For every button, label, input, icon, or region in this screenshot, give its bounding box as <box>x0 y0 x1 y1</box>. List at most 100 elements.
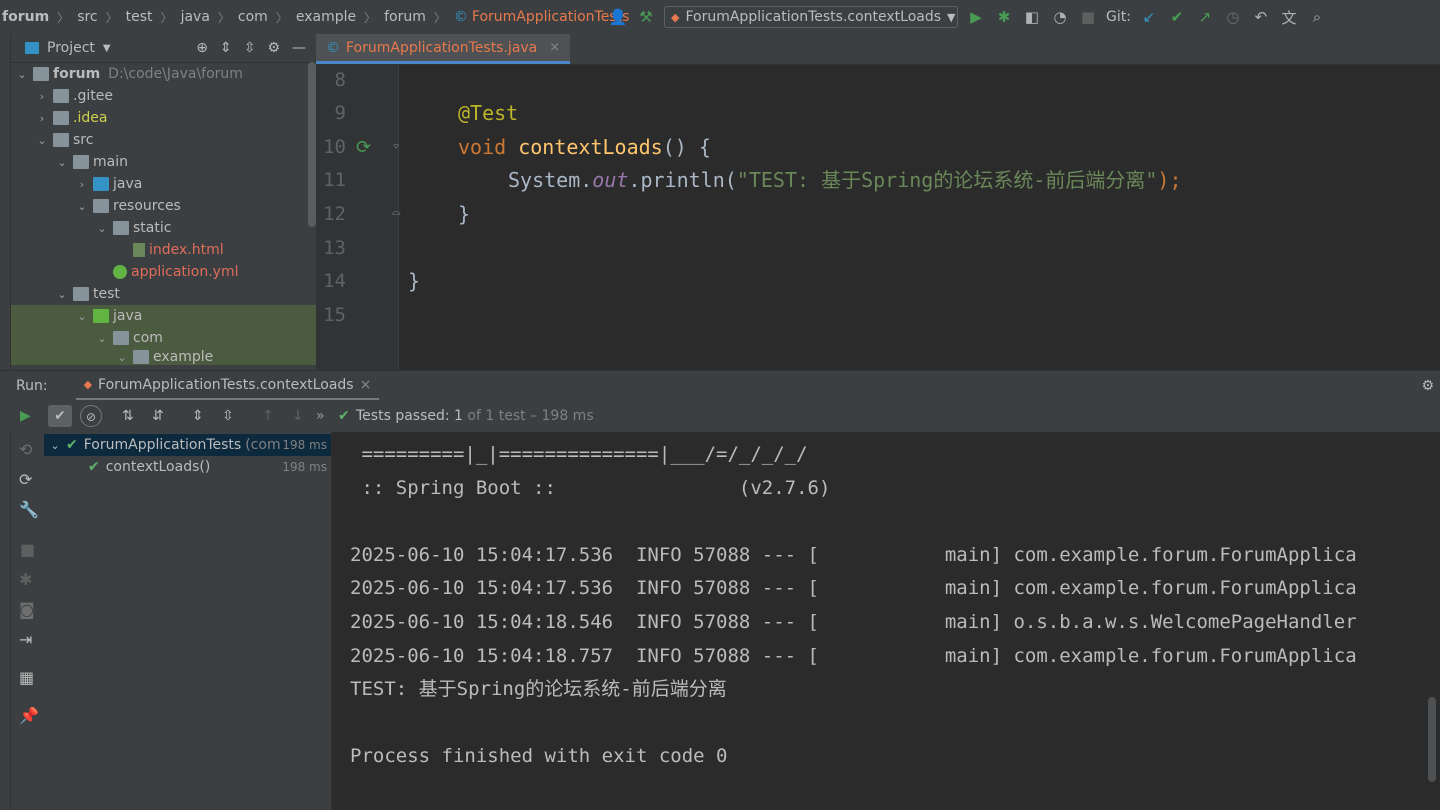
pin-icon[interactable]: 📌 <box>19 706 39 725</box>
git-push-icon[interactable]: ↗ <box>1195 7 1215 27</box>
run-test-gutter-icon[interactable]: ⟳ <box>356 131 371 164</box>
tree-item-application-yml[interactable]: application.yml <box>11 261 316 283</box>
breadcrumb-item[interactable]: java <box>181 9 210 25</box>
code-line[interactable]: 10 ⟳ ⌔ void contextLoads() { <box>316 131 1440 164</box>
project-title[interactable]: Project <box>47 40 95 56</box>
code-line[interactable]: 9 @Test <box>316 97 1440 130</box>
rerun-icon[interactable]: ▶ <box>20 408 31 424</box>
history-icon[interactable]: ◷ <box>1223 7 1243 27</box>
debug-icon[interactable]: ✱ <box>19 570 32 589</box>
chevron-right-icon: 〉 <box>160 10 173 25</box>
collapse-all-icon[interactable]: ⇳ <box>244 40 256 56</box>
console-output[interactable]: =========|_|==============|___/=/_/_/_/ … <box>332 432 1440 810</box>
search-icon[interactable]: ⌕ <box>1307 7 1327 27</box>
tree-item-com[interactable]: ⌄ com <box>11 327 316 349</box>
camera-icon[interactable]: ◙ <box>19 600 35 619</box>
code-line[interactable]: 8 <box>316 64 1440 97</box>
breadcrumb-item[interactable]: src <box>77 9 97 25</box>
chevron-down-icon: ⌄ <box>17 67 27 81</box>
collapse-all-icon[interactable]: ⇳ <box>222 408 234 424</box>
rollback-icon[interactable]: ↶ <box>1251 7 1271 27</box>
layout-icon[interactable]: ▦ <box>19 668 34 687</box>
console-scrollbar[interactable] <box>1428 697 1436 782</box>
debug-icon[interactable]: ✱ <box>994 7 1014 27</box>
minimize-icon[interactable]: — <box>292 40 306 56</box>
tree-item-index-html[interactable]: index.html <box>11 239 316 261</box>
console-line: 2025-06-10 15:04:18.757 INFO 57088 --- [… <box>350 645 1357 667</box>
close-icon[interactable]: × <box>549 40 560 55</box>
folder-icon <box>53 111 69 125</box>
sort-alphabetically-icon[interactable]: ⇅ <box>122 408 134 424</box>
tree-item-example[interactable]: ⌄ example <box>11 349 316 365</box>
code-text: void contextLoads() { <box>458 131 711 164</box>
breadcrumb-item[interactable]: example <box>296 9 356 25</box>
stop-icon[interactable]: ■ <box>20 540 35 559</box>
chevron-down-icon: ⌄ <box>50 438 60 452</box>
more-icon[interactable]: » <box>316 408 325 424</box>
show-passed-toggle[interactable]: ✔ <box>48 405 72 427</box>
line-number: 10 <box>323 136 346 158</box>
tree-item-idea[interactable]: › .idea <box>11 107 316 129</box>
breadcrumb-item[interactable]: com <box>238 9 268 25</box>
user-icon[interactable]: 👤 <box>608 7 628 27</box>
next-failed-icon[interactable]: ↓ <box>292 408 304 424</box>
run-icon[interactable]: ▶ <box>966 7 986 27</box>
breadcrumb-item[interactable]: test <box>126 9 153 25</box>
toggle-auto-test-icon[interactable]: ⟳ <box>19 470 32 489</box>
code-line[interactable]: 12 ⌓ } <box>316 198 1440 231</box>
expand-all-icon[interactable]: ⇕ <box>220 40 232 56</box>
test-case-item[interactable]: ✔ contextLoads() 198 ms <box>44 456 331 478</box>
code-line[interactable]: 15 <box>316 299 1440 332</box>
translate-icon[interactable]: 文 <box>1279 7 1299 27</box>
gear-icon[interactable]: ⚙ <box>267 40 280 56</box>
tree-item-test-java[interactable]: ⌄ java <box>11 305 316 327</box>
fold-icon[interactable]: ⌔ <box>392 131 400 164</box>
breadcrumb-item[interactable]: forum <box>2 9 49 25</box>
rerun-failed-icon[interactable]: ⟲ <box>19 440 32 459</box>
expand-all-icon[interactable]: ⇕ <box>192 408 204 424</box>
test-suite-item[interactable]: ⌄ ✔ ForumApplicationTests (com 198 ms <box>44 434 331 456</box>
code-line[interactable]: 11 System.out.println("TEST: 基于Spring的论坛… <box>316 164 1440 197</box>
git-update-icon[interactable]: ↙ <box>1139 7 1159 27</box>
tree-item-resources[interactable]: ⌄ resources <box>11 195 316 217</box>
code-keyword: void <box>458 135 507 159</box>
wrench-icon[interactable]: 🔧 <box>19 500 39 519</box>
locate-icon[interactable]: ⊕ <box>196 40 208 56</box>
export-icon[interactable]: ⇥ <box>19 630 32 649</box>
close-icon[interactable]: × <box>360 377 372 393</box>
breadcrumb: forum 〉 src 〉 test 〉 java 〉 com 〉 example 〉 fo… <box>0 9 629 26</box>
console-line: 2025-06-10 15:04:17.536 INFO 57088 --- [… <box>350 544 1357 566</box>
run-configuration-select[interactable]: ◆ ForumApplicationTests.contextLoads ▼ <box>664 6 958 28</box>
test-status: Tests passed: 1 of 1 test – 198 ms <box>356 408 594 424</box>
tree-item-forum[interactable]: ⌄ forum D:\code\Java\forum <box>11 63 316 85</box>
tree-item-main[interactable]: ⌄ main <box>11 151 316 173</box>
sort-by-duration-icon[interactable]: ⇵ <box>152 408 164 424</box>
coverage-icon[interactable]: ◧ <box>1022 7 1042 27</box>
tree-item-main-java[interactable]: › java <box>11 173 316 195</box>
fold-icon[interactable]: ⌓ <box>392 198 400 231</box>
project-scrollbar[interactable] <box>308 62 316 227</box>
tree-item-src[interactable]: ⌄ src <box>11 129 316 151</box>
previous-failed-icon[interactable]: ↑ <box>262 408 274 424</box>
stop-icon[interactable]: ■ <box>1078 7 1098 27</box>
tree-item-test[interactable]: ⌄ test <box>11 283 316 305</box>
tree-item-gitee[interactable]: › .gitee <box>11 85 316 107</box>
test-hint: (com <box>245 437 281 453</box>
build-hammer-icon[interactable]: ⚒ <box>636 7 656 27</box>
tree-item-static[interactable]: ⌄ static <box>11 217 316 239</box>
code-line[interactable]: 13 <box>316 232 1440 265</box>
code-text: System.out.println("TEST: 基于Spring的论坛系统-… <box>508 164 1182 197</box>
code-line[interactable]: 14 } <box>316 265 1440 298</box>
run-tab[interactable]: ◆ ForumApplicationTests.contextLoads × <box>75 371 380 401</box>
editor-tab[interactable]: © ForumApplicationTests.java × <box>316 34 571 64</box>
breadcrumb-file[interactable]: ForumApplicationTests <box>472 9 629 25</box>
gear-icon[interactable]: ⚙ <box>1421 378 1434 394</box>
show-ignored-toggle[interactable]: ⊘ <box>80 405 102 427</box>
run-config-label: ForumApplicationTests.contextLoads <box>685 9 942 25</box>
chevron-right-icon: 〉 <box>364 10 377 25</box>
chevron-down-icon[interactable]: ▼ <box>103 43 111 54</box>
profile-icon[interactable]: ◔ <box>1050 7 1070 27</box>
git-commit-icon[interactable]: ✔ <box>1167 7 1187 27</box>
run-panel-label: Run: <box>16 378 48 394</box>
breadcrumb-item[interactable]: forum <box>384 9 426 25</box>
